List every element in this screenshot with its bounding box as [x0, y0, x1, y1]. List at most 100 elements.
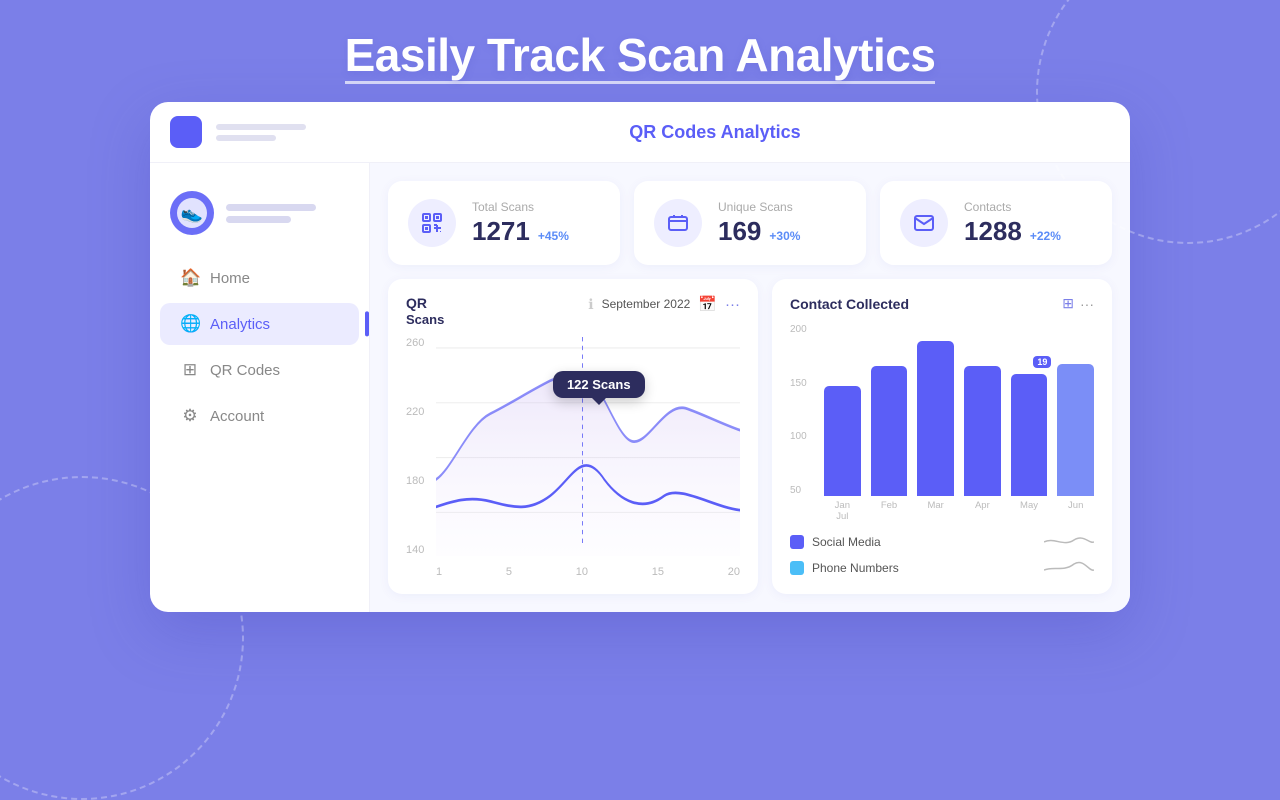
sidebar-item-qr-codes[interactable]: ⊞ QR Codes — [160, 349, 359, 391]
unique-scans-value: 169 — [718, 216, 761, 247]
line-chart-subtitle: Scans — [406, 312, 444, 327]
month-mar: Mar — [917, 500, 954, 522]
line-chart-title: QR — [406, 295, 444, 312]
logo-line-1 — [216, 124, 306, 130]
bar-y-labels: 200 150 100 50 — [790, 324, 807, 496]
bar-col-jan — [824, 386, 861, 496]
avatar: 👟 — [170, 191, 214, 235]
info-icon: ℹ — [588, 296, 593, 313]
user-info: 👟 — [150, 181, 369, 253]
total-scans-info: Total Scans 1271 +45% — [472, 200, 569, 247]
line-chart-controls: ℹ September 2022 📅 ··· — [588, 295, 740, 313]
month-jan: JanJul — [824, 500, 861, 522]
stats-row: Total Scans 1271 +45% — [388, 181, 1112, 265]
bar-chart-header: Contact Collected ⊞ ··· — [790, 295, 1094, 312]
bar-badge: 19 — [1033, 356, 1051, 368]
contacts-info: Contacts 1288 +22% — [964, 200, 1061, 247]
nav-label-qr-codes: QR Codes — [210, 362, 280, 379]
bar-chart-card: Contact Collected ⊞ ··· 200 150 — [772, 279, 1112, 594]
contacts-value: 1288 — [964, 216, 1022, 247]
nav-label-analytics: Analytics — [210, 316, 270, 333]
calendar-icon[interactable]: 📅 — [698, 295, 717, 313]
sidebar: 👟 🏠 Home 🌐 Analytics ⊞ QR Codes ⚙ — [150, 163, 370, 612]
app-window: QR Codes Analytics 👟 🏠 Home 🌐 Analytics — [150, 102, 1130, 612]
bar-chart-grid-icon[interactable]: ⊞ — [1062, 295, 1074, 312]
contacts-badge: +22% — [1030, 229, 1061, 243]
avatar-icon: 👟 — [177, 198, 207, 228]
unique-scans-info: Unique Scans 169 +30% — [718, 200, 800, 247]
account-icon: ⚙ — [180, 406, 200, 426]
hero-title: Easily Track Scan Analytics — [345, 28, 936, 82]
qr-codes-icon: ⊞ — [180, 360, 200, 380]
legend-phone-sparkline — [1044, 558, 1094, 578]
user-lines — [226, 204, 316, 223]
home-icon: 🏠 — [180, 268, 200, 288]
bar-col-mar — [917, 341, 954, 496]
contacts-label: Contacts — [964, 200, 1061, 214]
bar-may-social: 19 — [1011, 374, 1048, 496]
main-layout: 👟 🏠 Home 🌐 Analytics ⊞ QR Codes ⚙ — [150, 163, 1130, 612]
bars-wrap: 200 150 100 50 — [790, 324, 1094, 496]
month-apr: Apr — [964, 500, 1001, 522]
total-scans-label: Total Scans — [472, 200, 569, 214]
user-line-1 — [226, 204, 316, 211]
month-feb: Feb — [871, 500, 908, 522]
analytics-icon: 🌐 — [180, 314, 200, 334]
bar-month-labels: JanJul Feb Mar Apr May Jun — [790, 500, 1094, 522]
legend-social-sparkline — [1044, 532, 1094, 552]
month-jun: Jun — [1057, 500, 1094, 522]
bar-apr-social — [964, 366, 1001, 496]
user-line-2 — [226, 216, 291, 223]
line-chart-card: QR Scans ℹ September 2022 📅 ··· — [388, 279, 758, 594]
legend-social-media: Social Media — [790, 532, 1094, 552]
unique-scans-label: Unique Scans — [718, 200, 800, 214]
month-may: May — [1011, 500, 1048, 522]
content-area: Total Scans 1271 +45% — [370, 163, 1130, 612]
nav-label-home: Home — [210, 270, 250, 287]
line-chart-area: 260 220 180 140 — [406, 337, 740, 578]
bar-col-jun — [1057, 364, 1094, 496]
legend-phone-dot — [790, 561, 804, 575]
line-chart-title-group: QR Scans — [406, 295, 444, 327]
bar-chart-more-icon[interactable]: ··· — [1080, 296, 1094, 312]
legend-social-dot — [790, 535, 804, 549]
stat-card-unique-scans: Unique Scans 169 +30% — [634, 181, 866, 265]
sidebar-item-home[interactable]: 🏠 Home — [160, 257, 359, 299]
more-icon[interactable]: ··· — [725, 296, 740, 313]
logo-lines — [216, 124, 306, 141]
bar-jan-social — [824, 386, 861, 496]
nav-label-account: Account — [210, 408, 264, 425]
stat-card-contacts: Contacts 1288 +22% — [880, 181, 1112, 265]
total-scans-value: 1271 — [472, 216, 530, 247]
sidebar-item-analytics[interactable]: 🌐 Analytics — [160, 303, 359, 345]
bar-feb-social — [871, 366, 908, 496]
bar-chart-title: Contact Collected — [790, 296, 909, 312]
logo-line-2 — [216, 135, 276, 141]
legend-social-label: Social Media — [812, 535, 881, 549]
page-title: QR Codes Analytics — [320, 122, 1110, 143]
legend-phone-numbers: Phone Numbers — [790, 558, 1094, 578]
line-chart-svg — [436, 337, 740, 556]
stat-card-total-scans: Total Scans 1271 +45% — [388, 181, 620, 265]
bar-jun-social — [1057, 364, 1094, 496]
bar-chart-icons: ⊞ ··· — [1062, 295, 1094, 312]
top-bar: QR Codes Analytics — [150, 102, 1130, 163]
period-label: September 2022 — [602, 297, 691, 311]
y-axis-labels: 260 220 180 140 — [406, 337, 424, 556]
x-axis-labels: 1 5 10 15 20 — [436, 566, 740, 578]
legend-area: Social Media Phone Numbers — [790, 532, 1094, 578]
total-scans-badge: +45% — [538, 229, 569, 243]
charts-row: QR Scans ℹ September 2022 📅 ··· — [388, 279, 1112, 594]
sidebar-item-account[interactable]: ⚙ Account — [160, 395, 359, 437]
logo-box — [170, 116, 202, 148]
bar-col-may: 19 — [1011, 374, 1048, 496]
bar-mar-social — [917, 341, 954, 496]
legend-phone-label: Phone Numbers — [812, 561, 899, 575]
line-chart-header: QR Scans ℹ September 2022 📅 ··· — [406, 295, 740, 327]
unique-scans-badge: +30% — [769, 229, 800, 243]
unique-scans-icon — [654, 199, 702, 247]
bar-col-apr — [964, 366, 1001, 496]
contacts-icon — [900, 199, 948, 247]
bar-chart-area: 200 150 100 50 — [790, 324, 1094, 578]
bar-col-feb — [871, 366, 908, 496]
